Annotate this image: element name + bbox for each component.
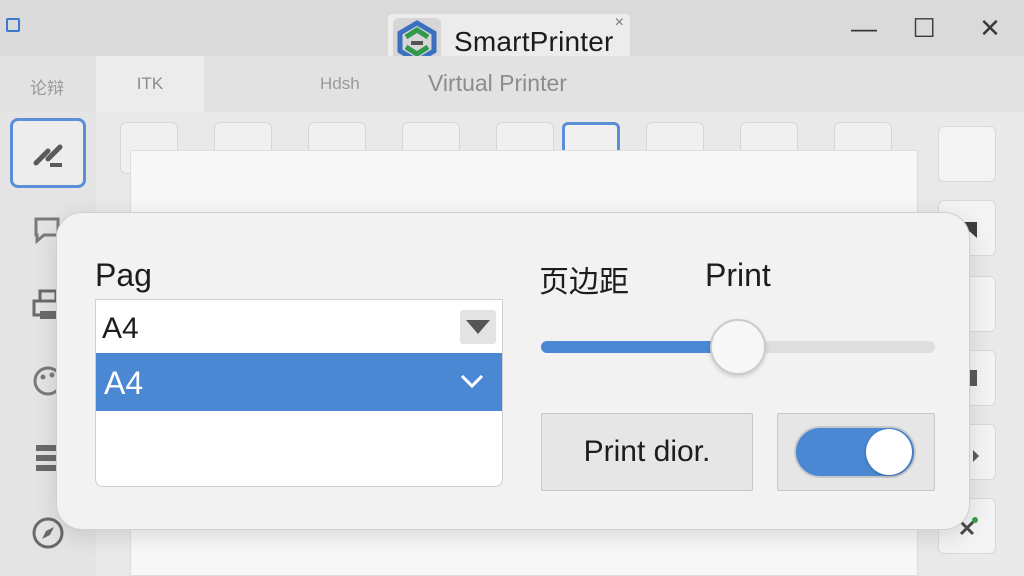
tab-itk[interactable]: ITK: [96, 56, 204, 112]
window-title: SmartPrinter: [454, 26, 614, 57]
toggle-knob: [866, 429, 912, 475]
tab-bar: 论辩 ITK Hdsh Virtual Printer: [0, 56, 1024, 112]
toggle-frame: [777, 413, 935, 491]
right-tool-1[interactable]: [938, 126, 996, 182]
page-size-value: A4: [102, 312, 139, 345]
print-toggle[interactable]: [794, 426, 916, 478]
brush-tool-button[interactable]: [10, 118, 86, 188]
page-size-select[interactable]: A4: [95, 299, 503, 355]
slider-fill: [541, 341, 738, 353]
print-dialog-button[interactable]: Print dior.: [541, 413, 753, 491]
print-settings-dialog: Pag A4 A4 页边距 Print Print dior.: [56, 212, 970, 530]
tab-virtual-printer[interactable]: Virtual Printer: [428, 70, 567, 97]
chevron-down-icon: [460, 374, 484, 389]
option-label: A4: [104, 365, 144, 401]
margin-slider[interactable]: [541, 319, 935, 375]
triangle-down-icon: [466, 320, 490, 334]
page-size-option-a4[interactable]: A4: [96, 353, 502, 411]
brush-icon: [33, 144, 63, 167]
tab-hdsh[interactable]: Hdsh: [320, 74, 360, 94]
print-label: Print: [705, 257, 771, 293]
tab-0[interactable]: 论辩: [30, 74, 64, 99]
title-bar: SmartPrinter × — ☐ ✕: [0, 0, 1024, 70]
slider-thumb[interactable]: [710, 319, 766, 375]
minimize-button[interactable]: —: [844, 8, 884, 48]
close-button[interactable]: ✕: [970, 8, 1010, 48]
app-menu-icon[interactable]: [6, 18, 20, 32]
maximize-button[interactable]: ☐: [904, 8, 944, 48]
page-size-label: Pag: [95, 257, 152, 293]
page-size-dropdown: A4: [95, 353, 503, 487]
select-toggle-button[interactable]: [460, 310, 496, 344]
title-close-icon[interactable]: ×: [615, 14, 624, 32]
margin-label: 页边距: [539, 265, 629, 300]
